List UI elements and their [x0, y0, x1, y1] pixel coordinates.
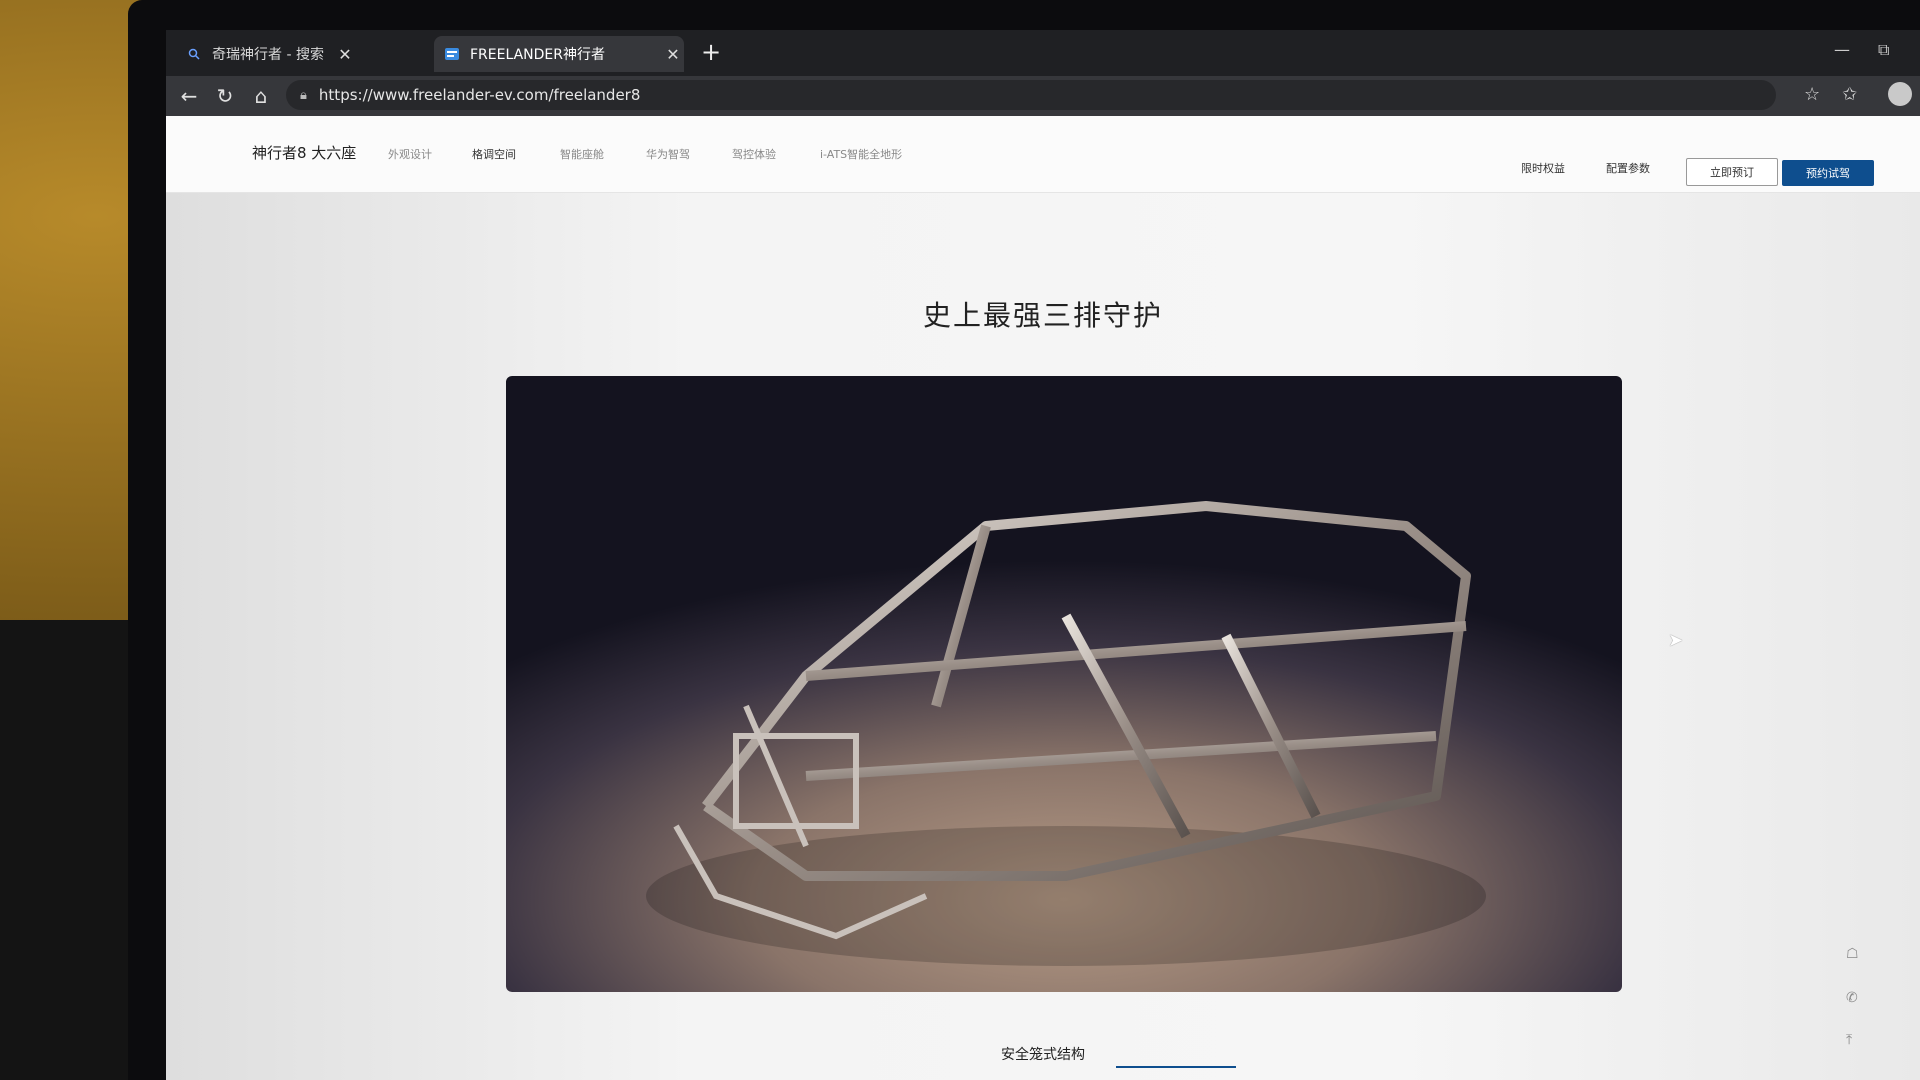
- profile-avatar-icon[interactable]: [1888, 82, 1912, 106]
- tab-title: 奇瑞神行者 - 搜索: [212, 47, 324, 63]
- site-navbar: 神行者8 大六座 外观设计 格调空间 智能座舱 华为智驾 驾控体验 i-ATS智…: [166, 116, 1920, 193]
- hero-caption[interactable]: 安全笼式结构: [166, 1044, 1920, 1064]
- browser-chrome: 奇瑞神行者 - 搜索 ✕ FREELANDER神行者 ✕ + — ⧉ ← ↻ ⌂…: [166, 30, 1920, 116]
- address-bar[interactable]: 🔒︎ https://www.freelander-ev.com/freelan…: [286, 80, 1776, 110]
- url-text: https://www.freelander-ev.com/freelander…: [318, 86, 641, 104]
- nav-handling[interactable]: 驾控体验: [732, 146, 776, 162]
- caption-active-underline: [1116, 1066, 1236, 1068]
- bookmark-star-icon[interactable]: ☆: [1804, 84, 1820, 105]
- phone-icon[interactable]: ✆: [1846, 990, 1858, 1006]
- nav-space[interactable]: 格调空间: [472, 146, 516, 162]
- home-icon[interactable]: ⌂: [248, 84, 274, 108]
- mouse-cursor-icon: ➤: [1668, 630, 1684, 651]
- back-to-top-icon[interactable]: ⤒: [1846, 1032, 1852, 1048]
- tab-freelander[interactable]: FREELANDER神行者 ✕: [434, 36, 684, 72]
- search-icon: [186, 46, 202, 62]
- nav-terrain[interactable]: i-ATS智能全地形: [820, 146, 902, 162]
- nav-offers[interactable]: 限时权益: [1521, 160, 1565, 176]
- tab-title: FREELANDER神行者: [470, 47, 605, 63]
- new-tab-button[interactable]: +: [696, 38, 726, 66]
- minimize-icon[interactable]: —: [1834, 40, 1850, 59]
- nav-cockpit[interactable]: 智能座舱: [560, 146, 604, 162]
- site-favicon-icon: [444, 46, 460, 62]
- web-page: 神行者8 大六座 外观设计 格调空间 智能座舱 华为智驾 驾控体验 i-ATS智…: [166, 116, 1920, 1080]
- lock-icon: 🔒︎: [300, 87, 307, 103]
- chat-icon[interactable]: ☖: [1846, 946, 1859, 962]
- nav-specs[interactable]: 配置参数: [1606, 160, 1650, 176]
- hero-image-car-frame: [506, 376, 1622, 992]
- nav-driving-assist[interactable]: 华为智驾: [646, 146, 690, 162]
- nav-exterior[interactable]: 外观设计: [388, 146, 432, 162]
- tab-search[interactable]: 奇瑞神行者 - 搜索 ✕: [176, 36, 356, 72]
- test-drive-button[interactable]: 预约试驾: [1782, 160, 1874, 186]
- restore-icon[interactable]: ⧉: [1878, 40, 1889, 60]
- close-icon[interactable]: ✕: [662, 45, 684, 64]
- back-icon[interactable]: ←: [176, 84, 202, 108]
- close-icon[interactable]: ✕: [334, 45, 356, 64]
- section-headline: 史上最强三排守护: [922, 299, 1163, 332]
- brand-title[interactable]: 神行者8 大六座: [252, 142, 356, 163]
- order-button[interactable]: 立即预订: [1686, 158, 1778, 186]
- car-frame-illustration: [646, 501, 1486, 966]
- browser-toolbar: ← ↻ ⌂ 🔒︎ https://www.freelander-ev.com/f…: [166, 76, 1920, 116]
- favorites-icon[interactable]: ✩: [1842, 84, 1857, 105]
- reload-icon[interactable]: ↻: [212, 84, 238, 108]
